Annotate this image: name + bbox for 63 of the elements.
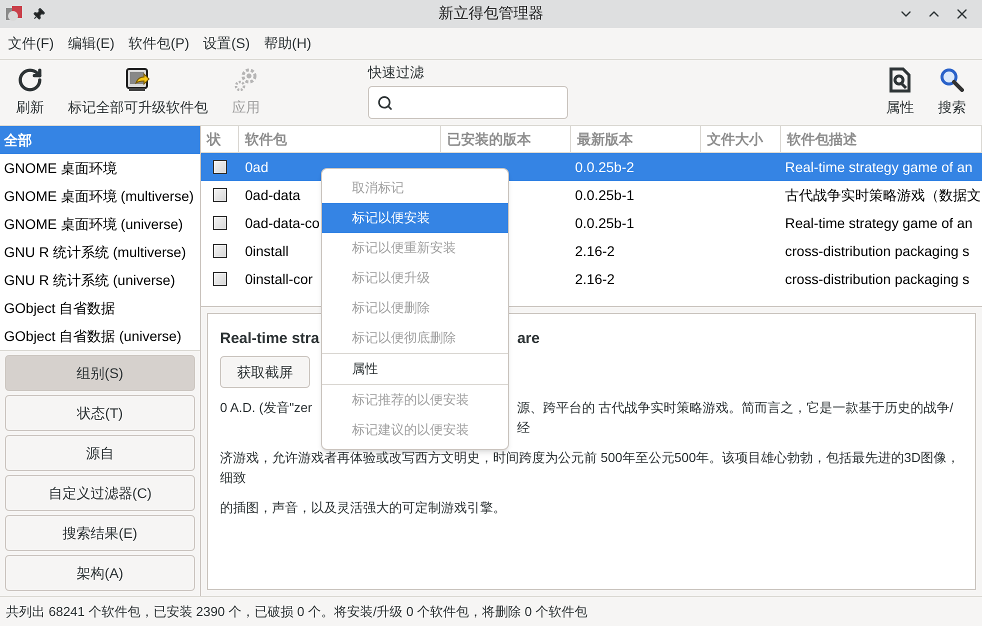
filter-list-item[interactable]: GObject 自省数据 (universe) — [0, 322, 200, 350]
package-name: 0ad-data-co — [245, 214, 320, 230]
menu-item[interactable]: 设置(S) — [199, 33, 254, 54]
menu-item[interactable]: 软件包(P) — [124, 33, 194, 54]
search-icon — [939, 67, 965, 93]
toolbar-button[interactable]: 标记全部可升级软件包 — [56, 62, 220, 122]
app-icon — [4, 4, 24, 24]
refresh-icon — [17, 67, 43, 93]
filter-list-item[interactable]: GNU R 统计系统 (multiverse) — [0, 238, 200, 266]
filter-list-item[interactable]: GNOME 桌面环境 — [0, 154, 200, 182]
description-text: 古代战争实时策略游戏（数据文 — [785, 186, 981, 202]
version-text: 2.16-2 — [575, 242, 615, 258]
package-name: 0install — [245, 242, 289, 258]
description-text: cross-distribution packaging s — [785, 242, 970, 258]
version-text: 0.0.25b-1 — [575, 214, 634, 230]
checkbox[interactable] — [213, 160, 227, 174]
description-paragraph: 源、跨平台的 古代战争实时策略游戏。简而言之，它是一款基于历史的战争/经 — [517, 399, 954, 437]
monitor-arrow-icon — [125, 67, 151, 93]
details-title: Real-time stra — [220, 328, 320, 349]
menu-item[interactable]: 帮助(H) — [260, 33, 316, 54]
toolbar-button[interactable]: 搜索 — [926, 62, 978, 122]
filter-list-item[interactable]: 全部 — [0, 126, 200, 154]
menu-item[interactable]: 文件(F) — [4, 33, 58, 54]
package-name: 0ad — [245, 158, 268, 174]
version-text: 0.0.25b-1 — [575, 186, 634, 202]
screenshot-button[interactable]: 获取截屏 — [220, 356, 310, 388]
filter-list-item[interactable]: GNOME 桌面环境 (multiverse) — [0, 182, 200, 210]
checkbox[interactable] — [213, 244, 227, 258]
version-text: 0.0.25b-2 — [575, 158, 634, 174]
filter-list-item[interactable]: GNU R 统计系统 (universe) — [0, 266, 200, 294]
search-field[interactable] — [368, 86, 568, 119]
quick-filter-label: 快速过滤 — [368, 63, 425, 82]
filter-button[interactable]: 状态(T) — [5, 395, 195, 431]
menu-item[interactable]: 编辑(E) — [64, 33, 119, 54]
filter-button[interactable]: 源自 — [5, 435, 195, 471]
status-text: 共列出 68241 个软件包，已安装 2390 个，已破损 0 个。将安装/升级 0 个软件包，将删除 0 个软件包 — [6, 602, 588, 621]
toolbar-button[interactable]: 刷新 — [4, 62, 56, 122]
checkbox[interactable] — [213, 188, 227, 202]
filter-button[interactable]: 自定义过滤器(C) — [5, 475, 195, 511]
toolbar-button[interactable]: 属性 — [874, 62, 926, 122]
context-menu-item[interactable]: 标记以便安装 — [322, 203, 508, 233]
description-text: Real-time strategy game of an — [785, 214, 973, 230]
gears-icon — [233, 67, 259, 93]
description-paragraph: 的插图，声音，以及灵活强大的可定制游戏引擎。 — [220, 499, 506, 517]
description-text: cross-distribution packaging s — [785, 270, 970, 286]
package-name: 0ad-data — [245, 186, 300, 202]
description-paragraph: 0 A.D. (发音"zer — [220, 399, 312, 417]
description-text: Real-time strategy game of an — [785, 158, 973, 174]
filter-list-item[interactable]: GObject 自省数据 — [0, 294, 200, 322]
window-title: 新立得包管理器 — [438, 4, 544, 24]
search-icon — [377, 94, 393, 110]
description-paragraph: 济游戏，允许游戏者再体验或改写西方文明史，时间跨度为公元前 500年至公元500年。该项目雄心勃勃，包括最先进的3D图像，细致 — [220, 449, 961, 487]
package-name: 0install-cor — [245, 270, 313, 286]
details-title: are — [517, 328, 540, 349]
version-text: 2.16-2 — [575, 270, 615, 286]
context-menu-item[interactable]: 属性 — [322, 354, 508, 384]
checkbox[interactable] — [213, 272, 227, 286]
filter-button[interactable]: 搜索结果(E) — [5, 515, 195, 551]
checkbox[interactable] — [213, 216, 227, 230]
filter-button[interactable]: 架构(A) — [5, 555, 195, 591]
filter-list-item[interactable]: GNOME 桌面环境 (universe) — [0, 210, 200, 238]
filter-button[interactable]: 组别(S) — [5, 355, 195, 391]
document-wrench-icon — [888, 67, 912, 93]
